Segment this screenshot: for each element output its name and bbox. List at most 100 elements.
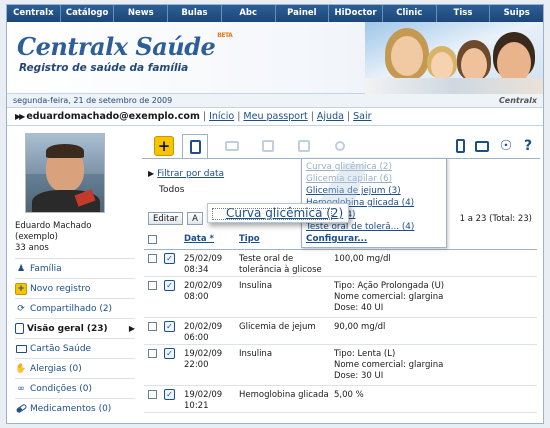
table-row[interactable]: ✓ 20/02/09 06:00 Glicemia de jejum 90,00 … (144, 318, 537, 345)
help-icon[interactable]: ? (518, 136, 538, 156)
action-buttons: Editar A (148, 212, 203, 225)
triangle-right-icon: ▶ (148, 169, 155, 178)
topnav-tiss[interactable]: Tiss (437, 5, 491, 22)
date-bar: segunda-feira, 21 de setembro de 2009 Ce… (7, 94, 543, 108)
lab-icon (262, 140, 274, 152)
datebar-brand: Centralx (498, 96, 537, 105)
row-valor: Nome comercial: glargina (334, 360, 444, 370)
table-row[interactable]: ✓ 20/02/09 08:00 Insulina Tipo: Ação Prol… (144, 277, 537, 318)
header-banner: Centralx Saúde BETA Registro de saúde da … (7, 22, 543, 94)
zoom-callout[interactable]: Curva glicêmica (2) (207, 203, 349, 223)
tab-lab[interactable] (258, 136, 278, 156)
row-date: 19/02/09 (184, 390, 223, 400)
record-icon: ✓ (164, 348, 175, 359)
filter-value: Todos (159, 185, 185, 195)
row-time: 22:00 (184, 360, 209, 370)
chevron-right-icon: ▶ (128, 324, 135, 333)
second-button[interactable]: A (187, 212, 203, 225)
profile-name: Eduardo Machado (15, 221, 92, 231)
link-sair[interactable]: Sair (353, 111, 371, 122)
row-valor: Dose: 30 UI (334, 371, 384, 381)
row-checkbox[interactable] (148, 254, 157, 263)
row-checkbox[interactable] (148, 390, 157, 399)
topnav-abc[interactable]: Abc (222, 5, 276, 22)
sidebar-item-familia[interactable]: ♟ Família (15, 258, 135, 278)
sidebar-item-visao-geral[interactable]: Visão geral (23) ▶ (15, 318, 135, 338)
sidebar-item-medicamentos[interactable]: Medicamentos (0) (15, 398, 135, 418)
chart-icon (298, 140, 310, 152)
sidebar-nav: ♟ Família + Novo registro ⟳ Compartilhad… (15, 258, 135, 418)
row-checkbox[interactable] (148, 281, 157, 290)
plus-icon: + (15, 282, 27, 295)
link-ajuda[interactable]: Ajuda (317, 111, 344, 122)
tab-clipboard[interactable] (182, 134, 208, 158)
zoom-beam (317, 163, 367, 205)
row-tipo: Glicemia de jejum (239, 322, 316, 332)
row-date: 20/02/09 (184, 281, 223, 291)
link-inicio[interactable]: Início (209, 111, 234, 122)
row-date: 25/02/09 (184, 254, 223, 264)
tagline: Registro de saúde da família (19, 62, 189, 74)
header-data[interactable]: Data * (184, 234, 239, 245)
topnav-hidoctor[interactable]: HiDoctor (329, 5, 383, 22)
phone-icon[interactable] (450, 136, 470, 156)
profile-age: 33 anos (15, 243, 49, 253)
edit-button[interactable]: Editar (148, 212, 184, 225)
sidebar-item-novo-registro[interactable]: + Novo registro (15, 278, 135, 298)
sidebar-item-cartao-saude[interactable]: Cartão Saúde (15, 338, 135, 358)
topnav-suips[interactable]: Suips (490, 5, 543, 22)
profile-info: Eduardo Machado (exemplo) 33 anos (15, 221, 135, 254)
tab-chart[interactable] (294, 136, 314, 156)
record-icon: ✓ (164, 389, 175, 400)
row-valor: Dose: 40 UI (334, 303, 384, 313)
sidebar-item-compartilhado[interactable]: ⟳ Compartilhado (2) (15, 298, 135, 318)
row-valor: Tipo: Ação Prolongada (U) (334, 281, 445, 291)
topnav-painel[interactable]: Painel (276, 5, 330, 22)
link-meu-passport[interactable]: Meu passport (243, 111, 307, 122)
row-valor: 90,00 mg/dl (334, 322, 386, 332)
tab-card[interactable] (222, 136, 242, 156)
table-row[interactable]: ✓ 25/02/09 08:34 Teste oral de tolerância… (144, 250, 537, 277)
row-date: 20/02/09 (184, 322, 223, 332)
stethoscope-icon: ∞ (17, 383, 25, 394)
toolbar: + ☉ ? (142, 133, 540, 159)
row-tipo: Teste oral de tolerância à glicose (239, 254, 322, 275)
add-record-button[interactable]: + (154, 136, 174, 156)
row-time: 10:21 (184, 401, 209, 411)
user-email: eduardomachado@exemplo.com (26, 111, 200, 122)
record-icon: ✓ (164, 253, 175, 264)
person-icon (335, 141, 345, 151)
row-checkbox[interactable] (148, 349, 157, 358)
sidebar-item-condicoes[interactable]: ∞ Condições (0) (15, 378, 135, 398)
tv-icon[interactable] (472, 136, 492, 156)
current-date: segunda-feira, 21 de setembro de 2009 (13, 96, 173, 105)
row-valor: 5,00 % (334, 390, 364, 400)
select-all-checkbox[interactable] (148, 235, 157, 244)
row-time: 08:34 (184, 265, 209, 275)
allergy-icon: ✋ (15, 363, 27, 374)
brand-logo[interactable]: Centralx Saúde BETA (17, 32, 233, 61)
sidebar-item-alergias[interactable]: ✋ Alergias (0) (15, 358, 135, 378)
card-icon (225, 141, 239, 151)
app-window: Centralx Catálogo News Bulas Abc Painel … (6, 4, 544, 424)
topnav-centralx[interactable]: Centralx (7, 5, 61, 22)
row-valor: Nome comercial: glargina (334, 292, 444, 302)
dropdown-configurar[interactable]: Configurar... (306, 233, 442, 245)
row-date: 19/02/09 (184, 349, 223, 359)
row-checkbox[interactable] (148, 322, 157, 331)
row-valor: Tipo: Lenta (L) (334, 349, 396, 359)
table-row[interactable]: ✓ 19/02/09 22:00 Insulina Tipo: Lenta (L)… (144, 345, 537, 386)
topnav-clinic[interactable]: Clinic (383, 5, 437, 22)
filter-by-date[interactable]: ▶ Filtrar por data (148, 169, 224, 179)
topnav-catalogo[interactable]: Catálogo (61, 5, 115, 22)
share-icon: ⟳ (17, 303, 25, 314)
table-row[interactable]: ✓ 19/02/09 10:21 Hemoglobina glicada 5,00… (144, 386, 537, 413)
row-tipo: Insulina (239, 281, 273, 291)
topnav-news[interactable]: News (114, 5, 169, 22)
beta-badge: BETA (217, 32, 233, 39)
lightbulb-icon[interactable]: ☉ (496, 136, 516, 156)
tab-person[interactable] (330, 136, 350, 156)
clipboard-icon (189, 139, 201, 154)
topnav-bulas[interactable]: Bulas (168, 5, 222, 22)
card-icon (15, 343, 27, 355)
